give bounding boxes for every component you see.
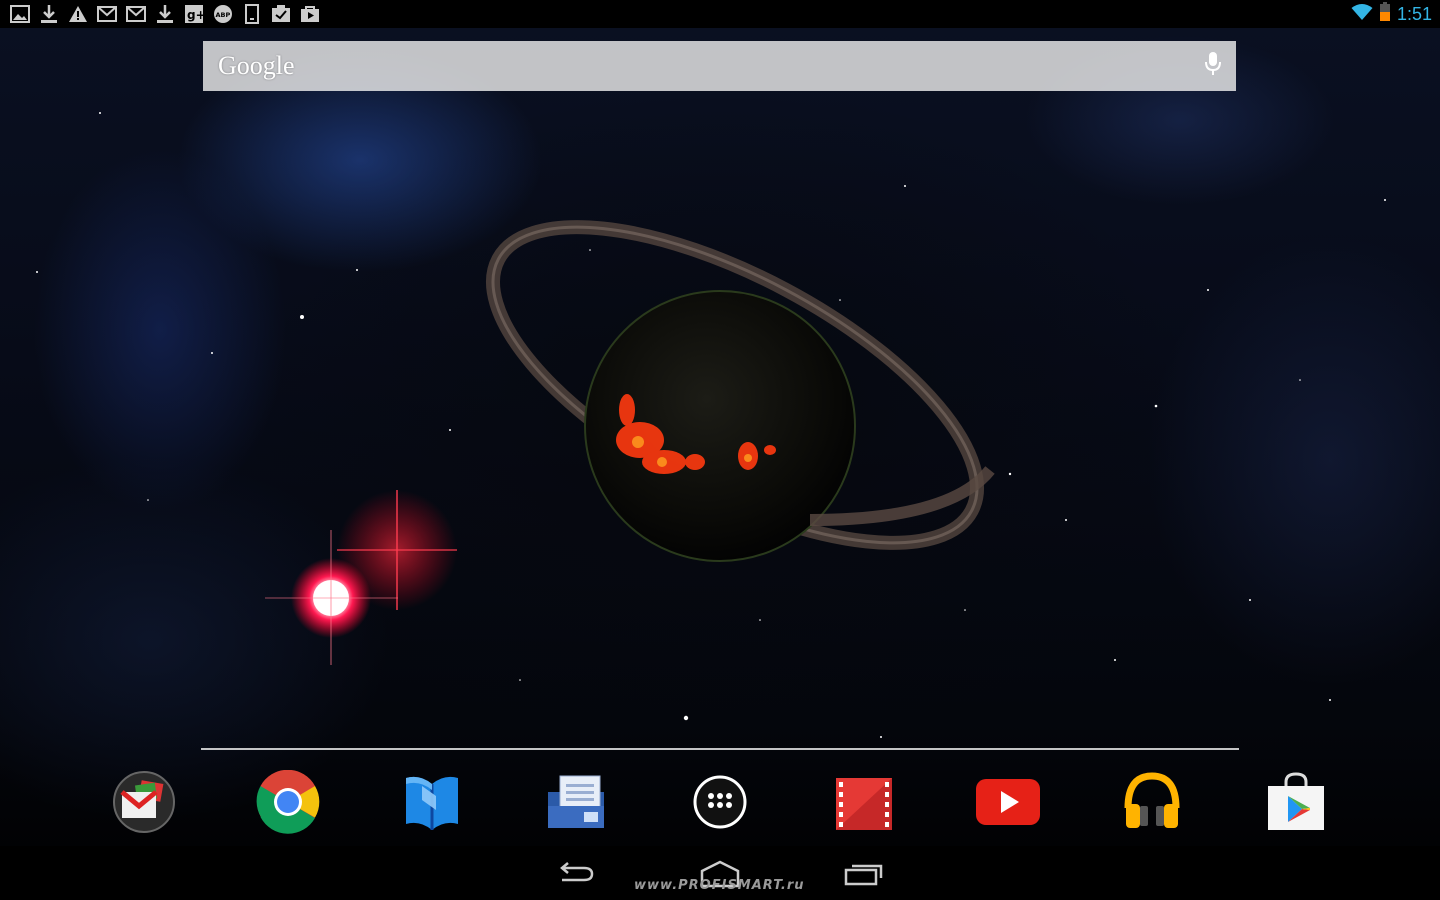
app-drawer-button[interactable] (684, 766, 756, 838)
gmail-app-icon[interactable] (108, 766, 180, 838)
microphone-icon[interactable] (1204, 51, 1222, 82)
download-icon (39, 4, 59, 24)
google-logo[interactable]: Google (218, 51, 295, 81)
back-icon (560, 862, 594, 882)
svg-text:ABP: ABP (216, 11, 231, 19)
status-bar[interactable]: g+ ABP 1:51 (0, 0, 1440, 28)
google-search-bar[interactable]: Google (203, 41, 1236, 91)
wifi-icon (1351, 3, 1373, 26)
play-movies-app-icon[interactable] (828, 766, 900, 838)
device-icon (242, 4, 262, 24)
notification-icons[interactable]: g+ ABP (10, 4, 320, 24)
google-plus-icon: g+ (184, 4, 204, 24)
play-store-bag-icon (300, 4, 320, 24)
image-icon (10, 4, 30, 24)
documents-app-icon[interactable] (540, 766, 612, 838)
play-music-app-icon[interactable] (1116, 766, 1188, 838)
download-icon (155, 4, 175, 24)
back-button[interactable] (546, 856, 606, 892)
chrome-app-icon[interactable] (252, 766, 324, 838)
recent-apps-icon (844, 864, 883, 886)
clipboard-check-icon (271, 4, 291, 24)
svg-text:g+: g+ (187, 8, 203, 22)
recent-apps-button[interactable] (834, 856, 894, 892)
play-books-app-icon[interactable] (396, 766, 468, 838)
gmail-icon (97, 4, 117, 24)
dock (0, 750, 1440, 846)
play-store-app-icon[interactable] (1260, 766, 1332, 838)
youtube-app-icon[interactable] (972, 766, 1044, 838)
battery-icon (1379, 1, 1391, 27)
warning-icon (68, 4, 88, 24)
system-status[interactable]: 1:51 (1351, 0, 1432, 28)
watermark: www.PROFISMART.ru (634, 878, 805, 893)
adblock-icon: ABP (213, 4, 233, 24)
gmail-icon (126, 4, 146, 24)
clock: 1:51 (1396, 3, 1432, 24)
